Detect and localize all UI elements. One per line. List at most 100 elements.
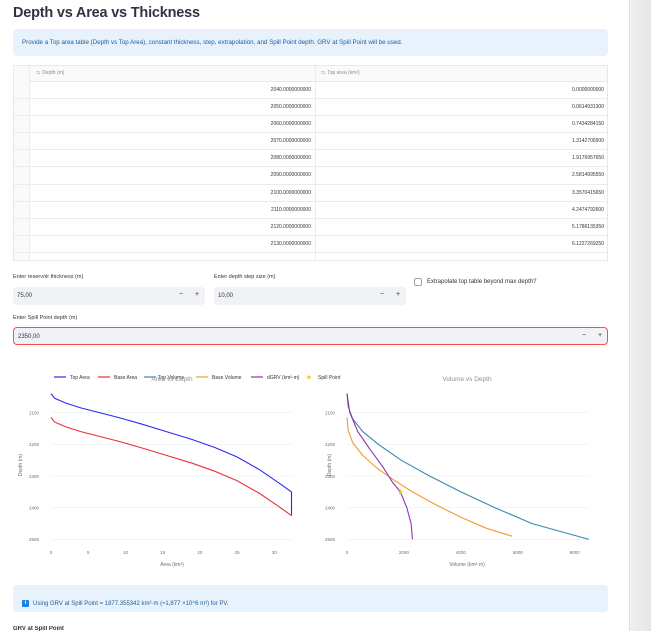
chart2-x-tick-label: 6000 (513, 550, 524, 555)
depth-cell[interactable]: 2110.0000000000 (271, 207, 311, 213)
step-label: Enter depth step size (m) (214, 274, 276, 280)
chart1-ylabel: Depth (m) (18, 454, 24, 477)
page-edge-shadow (629, 0, 651, 631)
thickness-input[interactable]: 75,00 − + (13, 287, 205, 305)
volume-vs-depth-chart[interactable]: Volume vs Depth Volume (km²·m) Depth (m)… (325, 376, 590, 568)
legend-dgrv-label: dGRV (km²·m) (267, 375, 300, 381)
table-row[interactable]: 2120.0000000000 5.1786135350 (14, 219, 607, 236)
top-area-table[interactable]: ⇆ Depth (m) ⇆ Top area (km²) 2040.000000… (13, 65, 608, 261)
step-value[interactable]: 10,00 (218, 293, 233, 299)
top-area-cell[interactable]: 6.1227269250 (572, 241, 604, 247)
legend-base-area-label: Base Area (114, 375, 137, 381)
intro-text: Provide a Top area table (Depth vs Top A… (22, 39, 403, 46)
depth-cell[interactable]: 2060.0000000000 (271, 121, 311, 127)
grv-result-info-box: i Using GRV at Spill Point = 1877.355342… (13, 585, 608, 612)
table-row[interactable]: 2110.0000000000 4.2474792600 (14, 202, 607, 219)
top-area-cell[interactable]: 5.1786135350 (572, 224, 604, 230)
thickness-value[interactable]: 75,00 (17, 293, 32, 299)
chart-legend[interactable]: Top Area Base Area Top Volume Base Volum… (54, 374, 341, 382)
depth-cell[interactable]: 2100.0000000000 (271, 190, 311, 196)
chart1-x-tick-label: 30 (272, 550, 278, 555)
table-row[interactable]: 2130.0000000000 6.1227269250 (14, 236, 607, 253)
grv-result-text: Using GRV at Spill Point = 1877.355342 k… (33, 600, 229, 607)
thickness-label: Enter reservoir thickness (m) (13, 274, 84, 280)
spill-point-label: Enter Spill Point depth (m) (13, 315, 78, 321)
top-area-cell[interactable]: 4.2474792600 (572, 207, 604, 213)
table-row[interactable]: 2080.0000000000 1.9176957650 (14, 150, 607, 168)
area-vs-depth-chart[interactable]: Area vs Depth Area (km²) Depth (m) 2100 2… (18, 376, 293, 568)
charts-figure[interactable]: Top Area Base Area Top Volume Base Volum… (0, 360, 620, 575)
column-header-depth[interactable]: ⇆ Depth (m) (36, 70, 64, 76)
extrapolate-checkbox[interactable] (414, 278, 422, 286)
top-area-cell[interactable]: 1.9176957650 (572, 155, 604, 161)
legend-spill-star-icon: ★ (306, 374, 312, 382)
top-area-cell[interactable]: 0.0614931300 (572, 104, 604, 110)
text-column-icon: ⇆ (36, 70, 41, 76)
chart2-x-tick-label: 2000 (399, 550, 410, 555)
top-area-cell[interactable]: 3.3570415650 (572, 190, 604, 196)
chart1-title: Area vs Depth (151, 376, 193, 383)
table-row[interactable]: 2050.0000000000 0.0614931300 (14, 99, 607, 117)
chart2-y-tick-label: 2300 (325, 474, 336, 479)
chart1-xlabel: Area (km²) (160, 562, 184, 568)
spill-increment-button[interactable]: + (598, 332, 602, 339)
spill-point-value[interactable]: 2350,00 (18, 334, 40, 340)
depth-cell[interactable]: 2070.0000000000 (271, 138, 311, 144)
depth-cell[interactable]: 2090.0000000000 (271, 172, 311, 178)
top-area-cell[interactable]: 1.3142706500 (572, 138, 604, 144)
table-row[interactable]: 2100.0000000000 3.3570415650 (14, 185, 607, 202)
chart1-x-tick-label: 20 (197, 550, 203, 555)
chart2-title: Volume vs Depth (442, 376, 492, 383)
chart1-y-tick-label: 2200 (29, 442, 40, 447)
depth-cell[interactable]: 2050.0000000000 (271, 104, 311, 110)
depth-cell[interactable]: 2040.0000000000 (271, 87, 311, 93)
table-header (14, 66, 607, 82)
extrapolate-checkbox-row[interactable]: Extrapolate top table beyond max depth? (414, 278, 536, 286)
extrapolate-label: Extrapolate top table beyond max depth? (427, 279, 537, 285)
spill-decrement-button[interactable]: − (582, 332, 586, 339)
chart1-y-tick-label: 2400 (29, 506, 40, 511)
page-title: Depth vs Area vs Thickness (13, 5, 200, 21)
top-area-cell[interactable]: 0.0000000000 (572, 87, 604, 93)
legend-spill-label: Spill Point (318, 375, 341, 381)
chart2-y-tick-label: 2100 (325, 410, 336, 415)
depth-cell[interactable]: 2080.0000000000 (271, 155, 311, 161)
chart1-x-tick-label: 0 (50, 550, 53, 555)
step-increment-button[interactable]: + (396, 291, 400, 298)
spill-point-input[interactable]: 2350,00 − + (13, 327, 608, 345)
series-line-base-area (50, 417, 292, 517)
legend-top-area-label: Top Area (70, 375, 90, 381)
table-row[interactable]: 2040.0000000000 0.0000000000 (14, 82, 607, 100)
chart2-y-tick-label: 2400 (325, 506, 336, 511)
step-input[interactable]: 10,00 − + (214, 287, 406, 305)
depth-cell[interactable]: 2120.0000000000 (271, 224, 311, 230)
chart1-x-tick-label: 25 (235, 550, 241, 555)
chart1-x-tick-label: 15 (160, 550, 166, 555)
chart2-y-tick-label: 2200 (325, 442, 336, 447)
intro-info-box: Provide a Top area table (Depth vs Top A… (13, 29, 608, 56)
chart2-ylabel: Depth (m) (327, 454, 333, 477)
chart1-y-tick-label: 2100 (29, 410, 40, 415)
chart2-x-tick-label: 0 (346, 550, 349, 555)
thickness-decrement-button[interactable]: − (179, 291, 183, 298)
chart2-y-tick-label: 2500 (325, 537, 336, 542)
top-area-cell[interactable]: 0.7434284150 (572, 121, 604, 127)
series-line-top-volume (346, 393, 590, 540)
table-row[interactable]: 2060.0000000000 0.7434284150 (14, 116, 607, 134)
info-icon: i (22, 600, 29, 607)
grv-section-heading: GRV at Spill Point (13, 626, 64, 631)
step-decrement-button[interactable]: − (380, 291, 384, 298)
thickness-increment-button[interactable]: + (195, 291, 199, 298)
text-column-icon: ⇆ (321, 70, 326, 76)
series-line-dgrv-km-m (346, 393, 414, 540)
table-row[interactable]: 2070.0000000000 1.3142706500 (14, 133, 607, 151)
depth-cell[interactable]: 2130.0000000000 (271, 241, 311, 247)
table-body: 2040.0000000000 0.0000000000 2050.00000000… (14, 82, 607, 253)
chart2-x-tick-label: 4000 (456, 550, 467, 555)
column-header-top-area[interactable]: ⇆ Top area (km²) (321, 70, 360, 76)
series-line-base-volume (346, 417, 513, 537)
chart1-y-tick-label: 2500 (29, 537, 40, 542)
top-area-cell[interactable]: 2.5814995550 (572, 172, 604, 178)
legend-base-volume-label: Base Volume (212, 375, 242, 381)
table-row[interactable]: 2090.0000000000 2.5814995550 (14, 167, 607, 185)
